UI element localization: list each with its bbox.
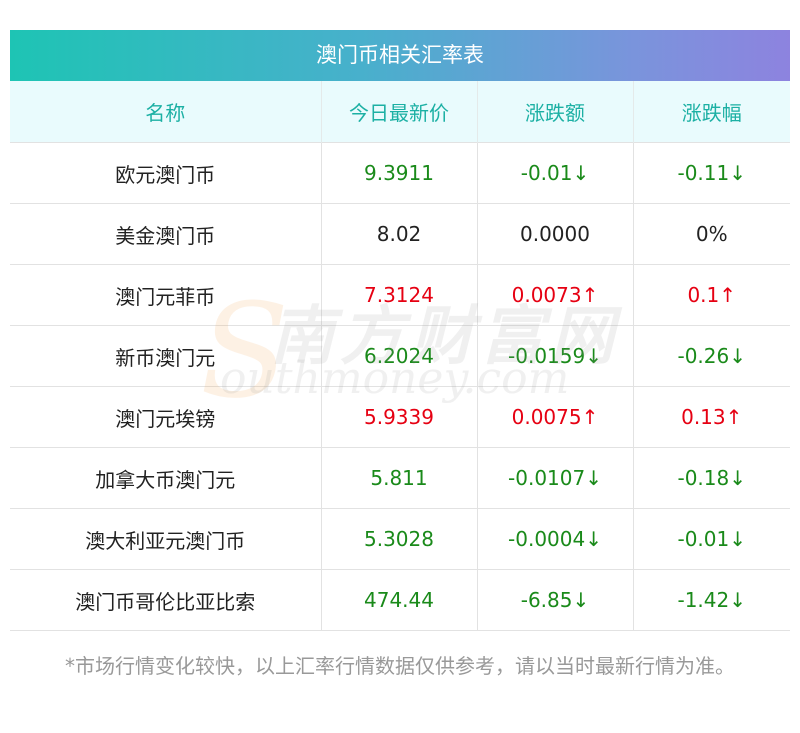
- table-row: 美金澳门币 8.02 0.0000 0%: [10, 203, 790, 265]
- disclaimer-note: *市场行情变化较快，以上汇率行情数据仅供参考，请以当时最新行情为准。: [65, 654, 735, 678]
- currency-name: 澳门币哥伦比亚比索: [10, 569, 321, 631]
- currency-name: 澳门元菲币: [10, 264, 321, 326]
- exchange-rate-table: 名称 今日最新价 涨跌额 涨跌幅 欧元澳门币 9.3911 -0.01↓ -0.…: [10, 81, 790, 631]
- price-change: -0.0107↓: [476, 447, 633, 509]
- table-title: 澳门币相关汇率表: [10, 30, 790, 81]
- table-row: 欧元澳门币 9.3911 -0.01↓ -0.11↓: [10, 142, 790, 204]
- latest-price: 7.3124: [320, 264, 477, 326]
- column-header-percent: 涨跌幅: [632, 81, 790, 143]
- percent-change: -0.01↓: [632, 508, 790, 570]
- latest-price: 8.02: [320, 203, 477, 265]
- latest-price: 5.811: [320, 447, 477, 509]
- percent-change: -0.11↓: [632, 142, 790, 204]
- percent-change: -0.26↓: [632, 325, 790, 387]
- currency-name: 加拿大币澳门元: [10, 447, 321, 509]
- column-header-price: 今日最新价: [320, 81, 477, 143]
- price-change: -0.0159↓: [476, 325, 633, 387]
- currency-name: 新币澳门元: [10, 325, 321, 387]
- price-change: 0.0000: [476, 203, 633, 265]
- table-row: 澳门元菲币 7.3124 0.0073↑ 0.1↑: [10, 264, 790, 326]
- currency-name: 欧元澳门币: [10, 142, 321, 204]
- latest-price: 474.44: [320, 569, 477, 631]
- latest-price: 5.9339: [320, 386, 477, 448]
- table-row: 澳门币哥伦比亚比索 474.44 -6.85↓ -1.42↓: [10, 569, 790, 631]
- currency-name: 美金澳门币: [10, 203, 321, 265]
- price-change: -0.01↓: [476, 142, 633, 204]
- latest-price: 9.3911: [320, 142, 477, 204]
- table-row: 澳门元埃镑 5.9339 0.0075↑ 0.13↑: [10, 386, 790, 448]
- percent-change: 0.13↑: [632, 386, 790, 448]
- price-change: -6.85↓: [476, 569, 633, 631]
- price-change: 0.0073↑: [476, 264, 633, 326]
- column-header-change: 涨跌额: [476, 81, 633, 143]
- currency-name: 澳门元埃镑: [10, 386, 321, 448]
- price-change: 0.0075↑: [476, 386, 633, 448]
- percent-change: -0.18↓: [632, 447, 790, 509]
- table-header-row: 名称 今日最新价 涨跌额 涨跌幅: [10, 81, 790, 143]
- latest-price: 5.3028: [320, 508, 477, 570]
- rate-table-container: 澳门币相关汇率表 名称 今日最新价 涨跌额 涨跌幅 欧元澳门币 9.3911 -…: [10, 30, 790, 631]
- percent-change: 0%: [632, 203, 790, 265]
- percent-change: 0.1↑: [632, 264, 790, 326]
- table-row: 新币澳门元 6.2024 -0.0159↓ -0.26↓: [10, 325, 790, 387]
- price-change: -0.0004↓: [476, 508, 633, 570]
- table-row: 加拿大币澳门元 5.811 -0.0107↓ -0.18↓: [10, 447, 790, 509]
- table-row: 澳大利亚元澳门币 5.3028 -0.0004↓ -0.01↓: [10, 508, 790, 570]
- column-header-name: 名称: [10, 81, 321, 143]
- currency-name: 澳大利亚元澳门币: [10, 508, 321, 570]
- latest-price: 6.2024: [320, 325, 477, 387]
- percent-change: -1.42↓: [632, 569, 790, 631]
